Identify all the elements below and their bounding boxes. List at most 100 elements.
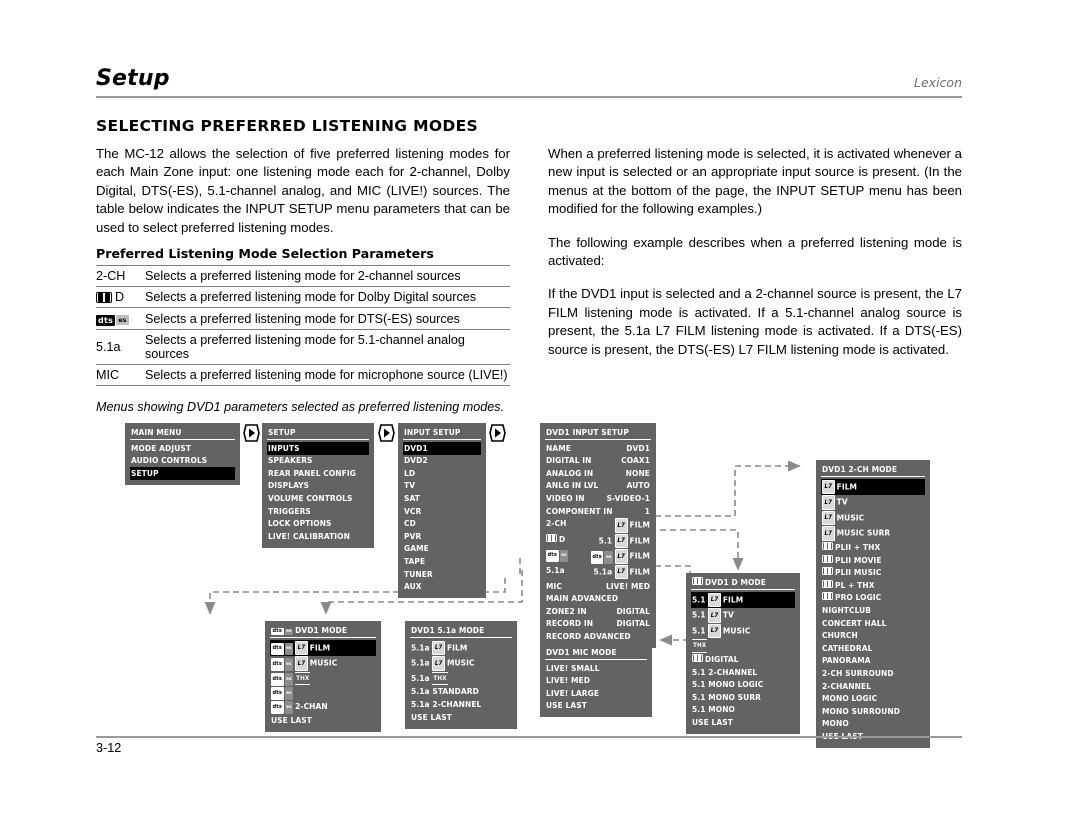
menu-item-label: VCR (404, 505, 422, 516)
menu-parameter-row[interactable]: RECORD ADVANCED (545, 630, 651, 643)
menu-parameter-row[interactable]: ZONE2 IN DIGITAL (545, 605, 651, 618)
menu-parameter-row[interactable]: NAME DVD1 (545, 442, 651, 455)
menu-item[interactable]: CATHEDRAL (821, 642, 925, 655)
menu-item-selected[interactable]: dts es L7 FILM (270, 640, 376, 656)
menu-parameter-row[interactable]: COMPONENT IN 1 (545, 505, 651, 518)
menu-item[interactable]: 5.1a STANDARD (410, 686, 512, 699)
nav-right-icon (243, 423, 260, 443)
menu-parameter-row[interactable]: MIC LIVE! MED (545, 580, 651, 593)
menu-item[interactable]: dts es 2-CHAN (270, 700, 376, 714)
menu-item[interactable]: VCR (403, 505, 481, 518)
menu-item-selected[interactable]: SETUP (130, 467, 235, 480)
menu-item[interactable]: USE LAST (691, 716, 795, 729)
menu-item[interactable]: CHURCH (821, 630, 925, 643)
menu-item[interactable]: 5.1a L7 MUSIC (410, 656, 512, 672)
menu-item[interactable]: CD (403, 518, 481, 531)
menu-item[interactable]: DIGITAL (691, 653, 795, 666)
menu-dvd1-dts-mode[interactable]: dts es DVD1 MODE dts es L7 FILM dts es L7 MUSIC dt… (265, 621, 381, 733)
menu-item[interactable]: 5.1 MONO LOGIC (691, 679, 795, 692)
menu-item[interactable]: 2-CHANNEL (821, 680, 925, 693)
menu-item[interactable]: PL + THX (821, 579, 925, 592)
menu-parameter-row[interactable]: RECORD IN DIGITAL (545, 618, 651, 631)
menu-item[interactable]: TUNER (403, 568, 481, 581)
menu-item[interactable]: PRO LOGIC (821, 592, 925, 605)
menu-parameter-row[interactable]: ANALOG IN NONE (545, 467, 651, 480)
menu-item[interactable]: DVD2 (403, 455, 481, 468)
menu-item[interactable]: LD (403, 467, 481, 480)
menu-item[interactable]: PLII + THX (821, 541, 925, 554)
menu-item[interactable]: L7 MUSIC SURR (821, 526, 925, 542)
menu-item-selected[interactable]: DVD1 (403, 442, 481, 455)
menu-dvd1-mic-mode[interactable]: DVD1 MIC MODE LIVE! SMALL LIVE! MED LIVE! … (540, 643, 652, 718)
menu-parameter-row[interactable]: ANLG IN LVL AUTO (545, 480, 651, 493)
menu-item-selected[interactable]: INPUTS (267, 442, 369, 455)
menu-parameter-row[interactable]: 2-CH L7 FILM (545, 518, 651, 534)
menu-parameter-row[interactable]: 5.1a 5.1a L7 FILM (545, 564, 651, 580)
menu-item[interactable]: USE LAST (545, 700, 647, 713)
menu-item[interactable]: AUX (403, 581, 481, 594)
menu-item[interactable]: L7 MUSIC (821, 510, 925, 526)
menu-item-label: MUSIC (446, 657, 475, 668)
menu-item[interactable]: dts es THX (270, 671, 376, 686)
menu-dvd1-input-setup[interactable]: DVD1 INPUT SETUP NAME DVD1 DIGITAL IN COAX1… (540, 423, 656, 648)
menu-item[interactable]: PLII MUSIC (821, 567, 925, 580)
menu-item[interactable]: SAT (403, 492, 481, 505)
menu-item[interactable]: 5.1a THX (410, 671, 512, 686)
menu-item[interactable]: AUDIO CONTROLS (130, 455, 235, 468)
menu-item[interactable]: REAR PANEL CONFIG (267, 467, 369, 480)
menu-dvd1-51a-mode[interactable]: DVD1 5.1a MODE 5.1a L7 FILM 5.1a L7 MUSIC 5.… (405, 621, 517, 729)
menu-item[interactable]: dts es (270, 686, 376, 700)
menu-item[interactable]: TRIGGERS (267, 505, 369, 518)
parameter-label: ZONE2 IN (546, 605, 587, 616)
menu-item[interactable]: NIGHTCLUB (821, 604, 925, 617)
menu-item[interactable]: CONCERT HALL (821, 617, 925, 630)
menu-item[interactable]: PANORAMA (821, 655, 925, 668)
menu-item[interactable]: MONO (821, 718, 925, 731)
menu-item[interactable]: MODE ADJUST (130, 442, 235, 455)
menu-item[interactable]: PLII MOVIE (821, 554, 925, 567)
menu-item[interactable]: SPEAKERS (267, 455, 369, 468)
menu-item[interactable]: LIVE! MED (545, 675, 647, 688)
menu-item[interactable]: LIVE! LARGE (545, 687, 647, 700)
menu-parameter-row[interactable]: VIDEO IN S-VIDEO-1 (545, 492, 651, 505)
menu-item-label: DIGITAL (705, 653, 739, 664)
menu-parameter-row[interactable]: DIGITAL IN COAX1 (545, 455, 651, 468)
menu-item[interactable]: GAME (403, 543, 481, 556)
menu-item[interactable]: 5.1 L7 TV (691, 608, 795, 624)
menu-item[interactable]: TV (403, 480, 481, 493)
menu-item[interactable]: LIVE! CALIBRATION (267, 530, 369, 543)
menu-item[interactable]: LIVE! SMALL (545, 662, 647, 675)
menu-dvd1-dolby-digital-mode[interactable]: DVD1 D MODE 5.1 L7 FILM 5.1 L7 TV 5.1 L7 MUSI… (686, 573, 800, 734)
body-column-right: When a preferred listening mode is selec… (548, 145, 962, 359)
menu-item[interactable]: THX (691, 639, 795, 654)
menu-item[interactable]: L7 TV (821, 495, 925, 511)
menu-item[interactable]: USE LAST (270, 714, 376, 727)
menu-item[interactable]: MONO SURROUND (821, 705, 925, 718)
menu-dvd1-2ch-mode[interactable]: DVD1 2-CH MODE L7 FILM L7 TV L7 MUSIC L7 MUSIC … (816, 460, 930, 748)
menu-item-selected[interactable]: 5.1 L7 FILM (691, 592, 795, 608)
menu-item[interactable]: 5.1a L7 FILM (410, 640, 512, 656)
menu-input-setup[interactable]: INPUT SETUP DVD1 DVD2 LD TV SAT VCR CD PVR GAME T… (398, 423, 486, 599)
menu-item[interactable]: LOCK OPTIONS (267, 518, 369, 531)
menu-item-selected[interactable]: L7 FILM (821, 479, 925, 495)
menu-item[interactable]: TAPE (403, 555, 481, 568)
menu-item[interactable]: 5.1 L7 MUSIC (691, 623, 795, 639)
menu-item[interactable]: USE LAST (410, 711, 512, 724)
menu-item[interactable]: 2-CH SURROUND (821, 667, 925, 680)
menu-item-label: LD (404, 467, 416, 478)
menu-main-menu[interactable]: MAIN MENU MODE ADJUST AUDIO CONTROLS SETUP (125, 423, 240, 485)
menu-item[interactable]: 5.1 2-CHANNEL (691, 666, 795, 679)
menu-item[interactable]: MONO LOGIC (821, 693, 925, 706)
menu-setup[interactable]: SETUP INPUTS SPEAKERS REAR PANEL CONFIG DIS… (262, 423, 374, 548)
menu-item[interactable]: DISPLAYS (267, 480, 369, 493)
menu-item[interactable]: 5.1 MONO SURR (691, 691, 795, 704)
menu-item[interactable]: PVR (403, 530, 481, 543)
menu-parameter-row[interactable]: D 5.1 L7 FILM (545, 533, 651, 549)
menu-item[interactable]: VOLUME CONTROLS (267, 492, 369, 505)
menu-parameter-row[interactable]: dts es dts es L7 FILM (545, 549, 651, 565)
menu-parameter-row[interactable]: MAIN ADVANCED (545, 593, 651, 606)
menu-item[interactable]: 5.1a 2-CHANNEL (410, 698, 512, 711)
menu-item-label: TV (836, 496, 848, 507)
menu-item[interactable]: 5.1 MONO (691, 704, 795, 717)
menu-item[interactable]: dts es L7 MUSIC (270, 656, 376, 672)
